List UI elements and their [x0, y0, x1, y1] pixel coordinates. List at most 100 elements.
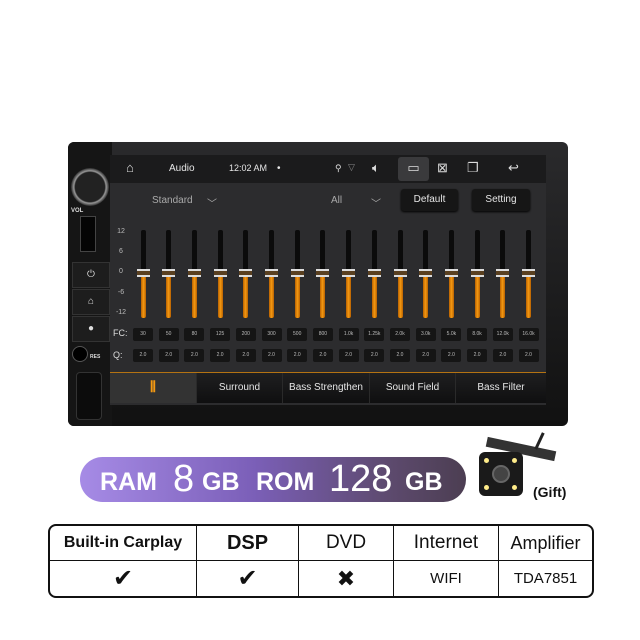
q-value[interactable]: 2.0 — [133, 349, 153, 362]
home-icon[interactable]: ⌂ — [126, 160, 134, 175]
eq-slider-handle[interactable] — [162, 269, 176, 277]
ram-unit: GB — [202, 468, 240, 496]
q-value[interactable]: 2.0 — [312, 349, 333, 362]
chevron-down-icon[interactable]: ﹀ — [207, 195, 217, 210]
fc-value[interactable]: 12.0k — [492, 328, 513, 341]
location-icon: ⚲ — [335, 163, 342, 173]
q-value[interactable]: 2.0 — [261, 349, 282, 362]
eq-slider-handle[interactable] — [496, 269, 510, 277]
header-carplay: Built-in Carplay — [50, 526, 197, 561]
gain-tick-label: -12 — [115, 309, 127, 316]
q-value[interactable]: 2.0 — [492, 349, 513, 362]
tab-bar: 𝍪 Surround Bass Strengthen Sound Field B… — [110, 372, 546, 403]
fc-value[interactable]: 80 — [184, 328, 205, 341]
power-button[interactable]: ⏻ — [72, 262, 110, 288]
clock: 12:02 AM — [229, 163, 268, 173]
tab-equalizer[interactable]: 𝍪 — [110, 373, 197, 403]
cross-icon: ✖ — [299, 561, 394, 596]
eq-slider-handle[interactable] — [367, 269, 381, 277]
header-dvd: DVD — [299, 526, 394, 561]
recent-apps-icon[interactable]: ❐ — [467, 160, 479, 176]
q-value[interactable]: 2.0 — [235, 349, 256, 362]
eq-slider-handle[interactable] — [136, 269, 150, 277]
tab-surround[interactable]: Surround — [197, 373, 283, 403]
eq-slider-fill — [397, 274, 403, 318]
fc-value[interactable]: 2.0k — [390, 328, 410, 341]
q-value[interactable]: 2.0 — [158, 349, 179, 362]
chevron-down-icon[interactable]: ﹀ — [371, 195, 381, 210]
gain-tick-label: -6 — [117, 289, 125, 296]
back-icon[interactable]: ↩ — [508, 160, 519, 176]
channel-dropdown[interactable]: All — [331, 195, 342, 206]
check-icon: ✔ — [50, 561, 197, 596]
q-value[interactable]: 2.0 — [441, 349, 462, 362]
volume-knob[interactable] — [71, 168, 109, 206]
eq-slider-fill — [448, 274, 454, 318]
q-value[interactable]: 2.0 — [184, 349, 205, 362]
spec-table: Built-in Carplay DSP DVD Internet Amplif… — [48, 524, 594, 598]
fc-value[interactable]: 300 — [261, 328, 282, 341]
q-value[interactable]: 2.0 — [390, 349, 410, 362]
ram-label: RAM — [100, 468, 157, 496]
preset-dropdown[interactable]: Standard — [152, 195, 193, 206]
table-row: ✔ ✔ ✖ WIFI TDA7851 — [50, 561, 592, 596]
fc-value[interactable]: 3.0k — [415, 328, 436, 341]
volume-icon[interactable]: 🔈︎ — [372, 160, 380, 176]
fc-value[interactable]: 16.0k — [518, 328, 539, 341]
tab-sound-field[interactable]: Sound Field — [370, 373, 456, 403]
fc-value[interactable]: 1.0k — [338, 328, 359, 341]
nav-hw-button[interactable]: ● — [72, 316, 110, 342]
q-value[interactable]: 2.0 — [518, 349, 539, 362]
eq-slider-fill — [423, 274, 429, 318]
memory-banner: RAM 8 GB ROM 128 GB — [80, 457, 466, 502]
eq-slider-handle[interactable] — [187, 269, 201, 277]
tab-bass-strengthen[interactable]: Bass Strengthen — [283, 373, 370, 403]
gain-tick-label: 12 — [117, 228, 125, 235]
eq-slider-handle[interactable] — [444, 269, 458, 277]
eq-slider-handle[interactable] — [290, 269, 304, 277]
eq-slider-fill — [217, 274, 223, 318]
default-button[interactable]: Default — [401, 189, 458, 211]
fc-value[interactable]: 1.25k — [364, 328, 385, 341]
fc-value[interactable]: 500 — [287, 328, 308, 341]
q-value[interactable]: 2.0 — [364, 349, 385, 362]
fc-value[interactable]: 800 — [312, 328, 333, 341]
q-value[interactable]: 2.0 — [467, 349, 488, 362]
fc-value[interactable]: 50 — [158, 328, 179, 341]
fc-value[interactable]: 30 — [133, 328, 153, 341]
eq-slider-handle[interactable] — [470, 269, 484, 277]
eq-slider-fill — [191, 274, 197, 318]
eq-slider-handle[interactable] — [265, 269, 278, 277]
eq-slider-fill — [371, 274, 377, 318]
fc-value[interactable]: 5.0k — [441, 328, 462, 341]
eq-slider-handle[interactable] — [419, 269, 433, 277]
q-value[interactable]: 2.0 — [415, 349, 436, 362]
eq-slider-fill — [320, 274, 326, 318]
table-header-row: Built-in Carplay DSP DVD Internet Amplif… — [50, 526, 592, 561]
status-bar: ⌂ Audio 12:02 AM • ⚲ ▽ 🔈︎ ▭ ⊠ ❐ ↩ — [110, 155, 546, 183]
q-value[interactable]: 2.0 — [287, 349, 308, 362]
eq-slider-handle[interactable] — [316, 269, 330, 277]
screenshot-icon[interactable]: ▭ — [398, 157, 429, 181]
fc-value[interactable]: 200 — [235, 328, 256, 341]
eq-slider-handle[interactable] — [342, 269, 356, 277]
header-internet: Internet — [394, 526, 499, 561]
setting-button[interactable]: Setting — [472, 189, 530, 211]
q-value[interactable]: 2.0 — [210, 349, 231, 362]
tab-bass-filter[interactable]: Bass Filter — [456, 373, 546, 403]
fc-value[interactable]: 125 — [210, 328, 231, 341]
amplifier-value: TDA7851 — [513, 570, 578, 587]
eq-slider-handle[interactable] — [522, 269, 535, 277]
mic-jack — [72, 346, 88, 362]
q-value[interactable]: 2.0 — [338, 349, 359, 362]
home-hw-button[interactable]: ⌂ — [72, 289, 110, 315]
eq-slider-handle[interactable] — [239, 269, 253, 277]
eq-slider-handle[interactable] — [213, 269, 227, 277]
status-dot: • — [277, 163, 281, 174]
fc-value[interactable]: 8.0k — [467, 328, 488, 341]
close-app-icon[interactable]: ⊠ — [437, 160, 448, 176]
eq-slider-fill — [346, 274, 352, 318]
wifi-icon: ▽ — [348, 162, 355, 172]
eq-slider-fill — [526, 274, 531, 318]
eq-slider-handle[interactable] — [393, 269, 407, 277]
